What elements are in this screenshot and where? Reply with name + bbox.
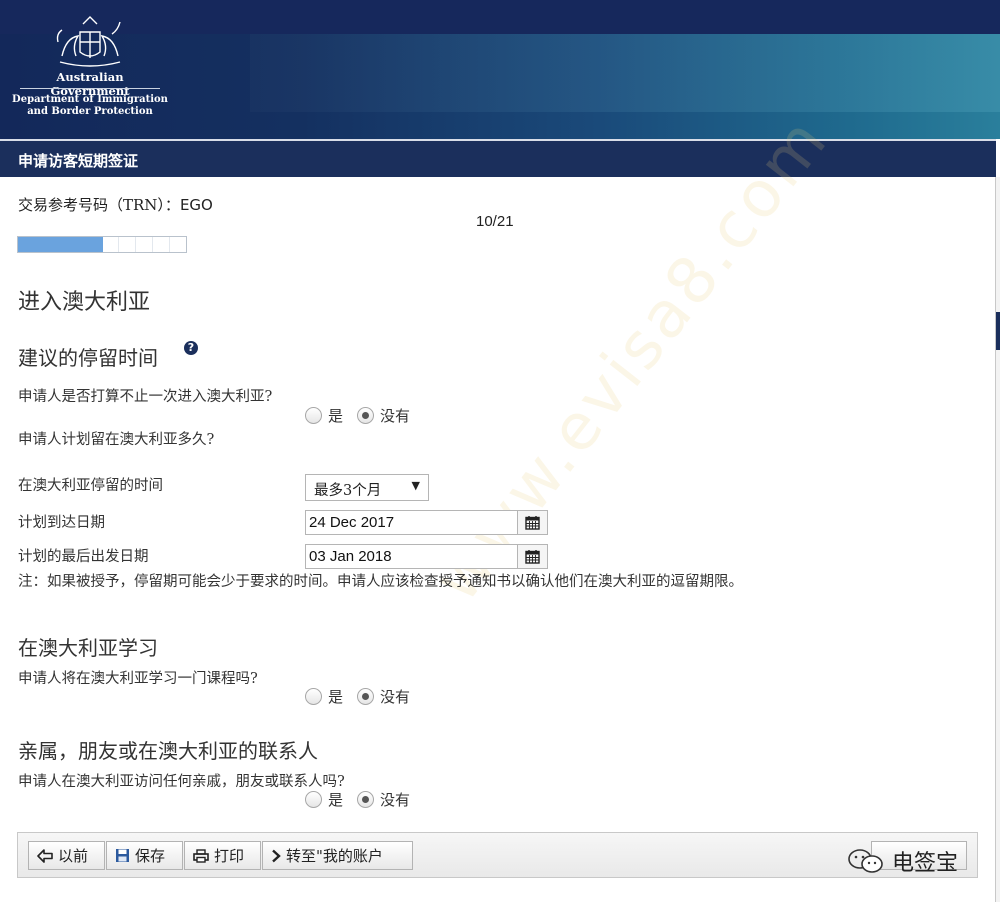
trn-value: EGO [179,196,213,214]
multiple-entry-no-radio[interactable]: 没有 [357,405,410,426]
study-yes-radio[interactable]: 是 [305,686,343,707]
print-button[interactable]: 打印 [184,841,261,870]
progress-segment [153,237,171,252]
trn-label: 交易参考号码（TRN）： [18,196,180,214]
wechat-icon [848,849,883,873]
dropdown-arrow-icon: ▼ [411,479,420,492]
study-heading: 在澳大利亚学习 [18,636,158,660]
step-counter: 10/21 [476,213,514,230]
stay-length-select[interactable]: 最多3个月 ▼ [305,474,429,501]
help-icon[interactable]: ? [184,341,198,355]
radio-label: 没有 [380,407,411,425]
multiple-entry-question: 申请人是否打算不止一次进入澳大利亚? [18,389,273,405]
progress-segment [119,237,137,252]
print-icon [193,848,209,863]
form-title-bar: 申请访客短期签证 [0,139,996,177]
multiple-entry-radio-group: 是 没有 [305,405,424,426]
departure-date-value[interactable]: 03 Jan 2018 [309,548,392,565]
progress-segment [136,237,154,252]
banner-top-band [0,0,1000,34]
stay-heading: 建议的停留时间 [18,346,158,370]
form-title: 申请访客短期签证 [18,152,139,170]
progress-segment-complete [51,237,69,252]
save-button[interactable]: 保存 [106,841,183,870]
radio-circle-selected[interactable] [357,791,375,808]
contacts-heading: 亲属，朋友或在澳大利亚的联系人 [18,739,318,763]
contacts-radio-group: 是 没有 [305,789,424,810]
department-name: Department of Immigration and Border Pro… [12,94,168,118]
trn-line: 交易参考号码（TRN）：EGO [18,194,213,215]
stay-period-note: 注：如果被授予，停留期可能会少于要求的时间。申请人应该检查授予通知书以确认他们在… [18,574,743,590]
radio-label: 没有 [380,791,411,809]
departure-date-field[interactable]: 03 Jan 2018 [305,544,548,569]
progress-segment [170,237,186,252]
arrow-left-icon [37,848,53,863]
header-divider [20,88,160,89]
radio-label: 是 [328,688,344,706]
contacts-no-radio[interactable]: 没有 [357,789,410,810]
previous-button[interactable]: 以前 [28,841,105,870]
footer-toolbar: 以前 保存 打印 转至"我的账户 [17,832,978,878]
study-question: 申请人将在澳大利亚学习一门课程吗? [18,671,258,687]
wechat-badge: 电签宝 [846,845,958,877]
progress-segment [103,237,120,252]
departure-date-label: 计划的最后出发日期 [18,549,149,565]
arrival-date-value[interactable]: 24 Dec 2017 [309,514,394,531]
progress-segment-complete [68,237,86,252]
progress-bar [17,236,187,253]
multiple-entry-yes-radio[interactable]: 是 [305,405,343,426]
stay-length-question: 申请人计划留在澳大利亚多久? [18,432,215,448]
chevron-right-icon [271,849,281,863]
page-title: 进入澳大利亚 [18,290,151,315]
print-label: 打印 [214,847,245,865]
radio-label: 是 [328,407,344,425]
progress-segment-complete [18,237,35,252]
radio-circle-selected[interactable] [357,688,375,705]
save-icon [115,848,130,863]
study-no-radio[interactable]: 没有 [357,686,410,707]
contacts-question: 申请人在澳大利亚访问任何亲戚，朋友或联系人吗? [18,774,345,790]
progress-segment-complete [85,237,103,252]
arrival-date-label: 计划到达日期 [18,515,105,531]
radio-circle[interactable] [305,688,322,705]
department-line-2: and Border Protection [27,106,153,117]
radio-circle-selected[interactable] [357,407,375,424]
calendar-icon[interactable] [517,545,547,568]
page-scrollbar[interactable] [996,177,1000,902]
coat-of-arms-icon [56,16,121,67]
radio-circle[interactable] [305,407,322,424]
wechat-label: 电签宝 [892,851,959,876]
study-radio-group: 是 没有 [305,686,424,707]
radio-label: 没有 [380,688,411,706]
scrollbar-thumb[interactable] [996,312,1000,350]
radio-circle[interactable] [305,791,322,808]
calendar-icon[interactable] [517,511,547,534]
save-label: 保存 [135,847,166,865]
header-banner: Australian Government Department of Immi… [0,0,1000,139]
go-to-account-button[interactable]: 转至"我的账户 [262,841,413,870]
arrival-date-field[interactable]: 24 Dec 2017 [305,510,548,535]
go-to-account-label: 转至"我的账户 [286,847,383,865]
previous-label: 以前 [58,847,89,865]
contacts-yes-radio[interactable]: 是 [305,789,343,810]
department-line-1: Department of Immigration [12,94,168,105]
banner-stripe [250,34,1000,112]
stay-length-label: 在澳大利亚停留的时间 [18,478,163,494]
stay-length-value: 最多3个月 [314,483,382,499]
radio-label: 是 [328,791,344,809]
progress-segment-complete [34,237,52,252]
